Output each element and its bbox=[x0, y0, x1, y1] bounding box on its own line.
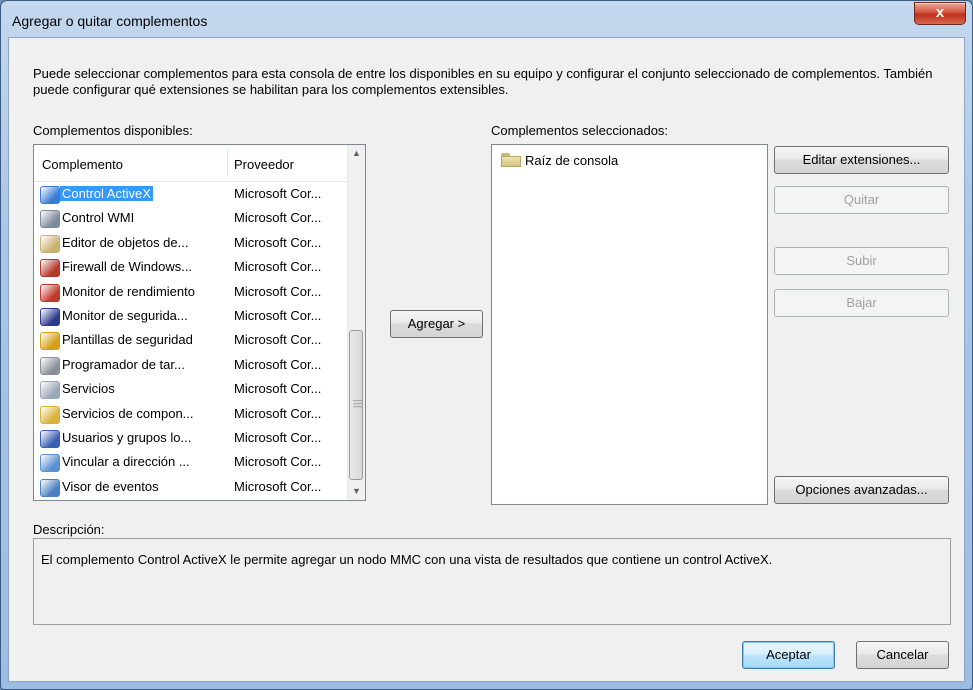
ok-button[interactable]: Aceptar bbox=[742, 641, 835, 669]
list-header: Complemento Proveedor bbox=[34, 145, 348, 182]
add-button[interactable]: Agregar > bbox=[390, 310, 483, 338]
scroll-up-arrow-icon[interactable]: ▲ bbox=[348, 145, 365, 162]
list-item[interactable]: Usuarios y grupos lo... Microsoft Cor... bbox=[34, 426, 348, 450]
snapin-provider: Microsoft Cor... bbox=[234, 210, 322, 226]
snapin-name: Plantillas de seguridad bbox=[62, 332, 193, 348]
description-text: El complemento Control ActiveX le permit… bbox=[41, 552, 773, 567]
list-item[interactable]: Editor de objetos de... Microsoft Cor... bbox=[34, 231, 348, 255]
clock-icon bbox=[40, 356, 60, 375]
description-box: El complemento Control ActiveX le permit… bbox=[33, 538, 951, 625]
snapin-name: Monitor de segurida... bbox=[62, 307, 188, 323]
snapin-provider: Microsoft Cor... bbox=[234, 332, 322, 348]
snapin-name: Usuarios y grupos lo... bbox=[62, 429, 192, 445]
snapin-name: Programador de tar... bbox=[62, 356, 185, 372]
component-services-icon bbox=[40, 405, 60, 424]
snapin-name: Control WMI bbox=[62, 210, 135, 226]
snapin-name: Vincular a dirección ... bbox=[62, 454, 190, 470]
policy-document-icon bbox=[40, 234, 60, 253]
snapin-name: Firewall de Windows... bbox=[62, 259, 193, 275]
snapin-provider: Microsoft Cor... bbox=[234, 429, 322, 445]
title-bar[interactable]: Agregar o quitar complementos x bbox=[1, 1, 972, 37]
cancel-button[interactable]: Cancelar bbox=[856, 641, 949, 669]
dialog-window: Agregar o quitar complementos x Puede se… bbox=[0, 0, 973, 690]
list-item[interactable]: Monitor de rendimiento Microsoft Cor... bbox=[34, 280, 348, 304]
gears-icon bbox=[40, 381, 60, 400]
security-template-icon bbox=[40, 332, 60, 351]
snapin-name: Editor de objetos de... bbox=[62, 234, 189, 250]
selected-snapins-list[interactable]: Raíz de consola bbox=[491, 144, 768, 505]
snapin-provider: Microsoft Cor... bbox=[234, 307, 322, 323]
window-title: Agregar o quitar complementos bbox=[12, 13, 208, 29]
selected-item-console-root[interactable]: Raíz de consola bbox=[525, 153, 618, 168]
list-item[interactable]: Visor de eventos Microsoft Cor... bbox=[34, 475, 348, 499]
users-icon bbox=[40, 429, 60, 448]
snapin-name: Servicios bbox=[62, 381, 115, 397]
edit-extensions-button[interactable]: Editar extensiones... bbox=[774, 146, 949, 174]
firewall-icon bbox=[40, 259, 60, 278]
snapin-name: Servicios de compon... bbox=[62, 405, 194, 421]
list-item[interactable]: Monitor de segurida... Microsoft Cor... bbox=[34, 304, 348, 328]
snapin-provider: Microsoft Cor... bbox=[234, 356, 322, 372]
available-snapins-list[interactable]: Complemento Proveedor Control ActiveX Mic… bbox=[33, 144, 366, 501]
list-item[interactable]: Servicios de compon... Microsoft Cor... bbox=[34, 402, 348, 426]
snapin-provider: Microsoft Cor... bbox=[234, 259, 322, 275]
intro-text: Puede seleccionar complementos para esta… bbox=[33, 66, 933, 97]
folder-icon bbox=[501, 153, 521, 167]
security-monitor-icon bbox=[40, 307, 60, 326]
snapin-provider: Microsoft Cor... bbox=[234, 478, 322, 494]
column-header-provider[interactable]: Proveedor bbox=[234, 157, 294, 172]
event-viewer-icon bbox=[40, 478, 60, 497]
snapin-provider: Microsoft Cor... bbox=[234, 186, 322, 201]
web-link-icon bbox=[40, 454, 60, 473]
list-item[interactable]: Control ActiveX Microsoft Cor... bbox=[34, 182, 348, 206]
column-separator[interactable] bbox=[227, 149, 228, 177]
snapin-provider: Microsoft Cor... bbox=[234, 405, 322, 421]
description-label: Descripción: bbox=[33, 522, 105, 537]
available-label: Complementos disponibles: bbox=[33, 123, 193, 138]
list-item[interactable]: Firewall de Windows... Microsoft Cor... bbox=[34, 255, 348, 279]
activex-plug-icon bbox=[40, 186, 60, 204]
move-down-button[interactable]: Bajar bbox=[774, 289, 949, 317]
advanced-options-button[interactable]: Opciones avanzadas... bbox=[774, 476, 949, 504]
scrollbar-thumb[interactable]: — — — bbox=[349, 330, 363, 480]
computer-icon bbox=[40, 210, 60, 229]
vertical-scrollbar[interactable]: ▲ — — — ▼ bbox=[347, 145, 365, 500]
list-item[interactable]: Servicios Microsoft Cor... bbox=[34, 377, 348, 401]
list-item[interactable]: Plantillas de seguridad Microsoft Cor... bbox=[34, 328, 348, 352]
scroll-down-arrow-icon[interactable]: ▼ bbox=[348, 483, 365, 500]
close-button[interactable]: x bbox=[914, 2, 966, 25]
dialog-body: Puede seleccionar complementos para esta… bbox=[8, 37, 965, 682]
performance-gauge-icon bbox=[40, 283, 60, 302]
move-up-button[interactable]: Subir bbox=[774, 247, 949, 275]
snapin-name: Monitor de rendimiento bbox=[62, 283, 195, 299]
column-header-snapin[interactable]: Complemento bbox=[42, 157, 123, 172]
snapin-name: Visor de eventos bbox=[62, 478, 159, 494]
list-item[interactable]: Programador de tar... Microsoft Cor... bbox=[34, 353, 348, 377]
snapin-provider: Microsoft Cor... bbox=[234, 454, 322, 470]
selected-label: Complementos seleccionados: bbox=[491, 123, 669, 138]
remove-button[interactable]: Quitar bbox=[774, 186, 949, 214]
list-item[interactable]: Vincular a dirección ... Microsoft Cor... bbox=[34, 450, 348, 474]
snapin-provider: Microsoft Cor... bbox=[234, 283, 322, 299]
snapin-provider: Microsoft Cor... bbox=[234, 381, 322, 397]
list-rows: Control ActiveX Microsoft Cor... Control W… bbox=[34, 182, 348, 499]
snapin-name: Control ActiveX bbox=[60, 186, 153, 201]
close-icon: x bbox=[935, 4, 945, 21]
snapin-provider: Microsoft Cor... bbox=[234, 234, 322, 250]
grip-icon: — — — bbox=[353, 395, 362, 411]
list-item[interactable]: Control WMI Microsoft Cor... bbox=[34, 206, 348, 230]
